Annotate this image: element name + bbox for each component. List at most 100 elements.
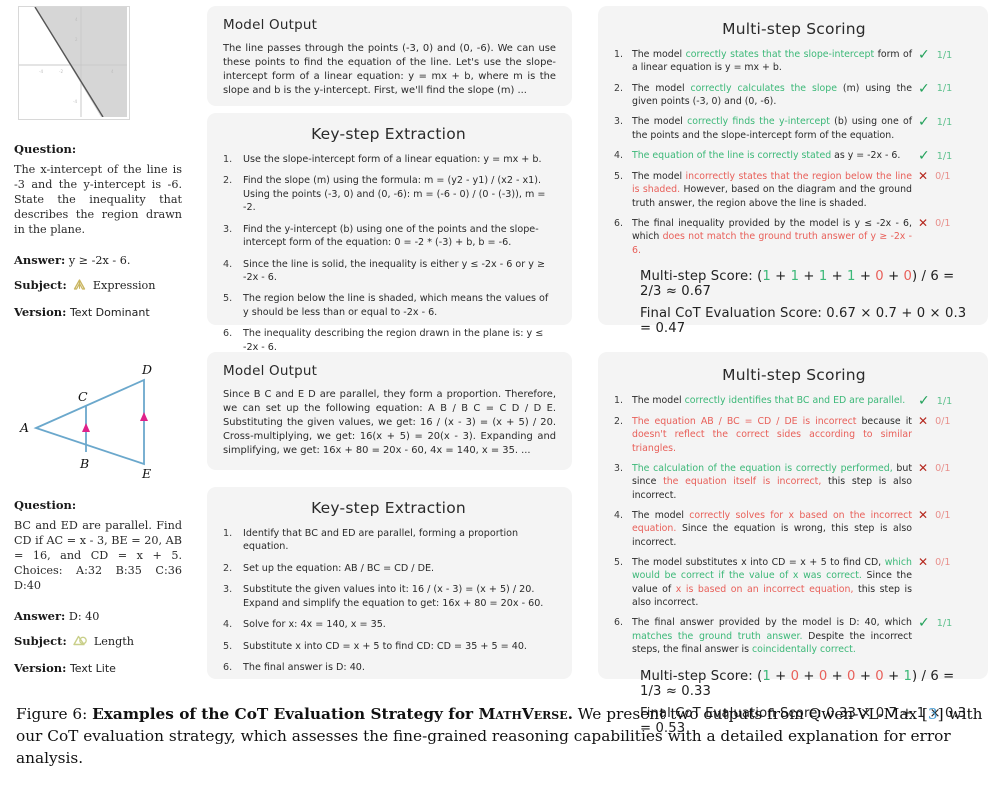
key-step-text: Identify that BC and ED are parallel, fo… — [243, 528, 519, 553]
multi-step-score-line: Multi-step Score: (1 + 1 + 1 + 1 + 0 + 0… — [640, 269, 974, 299]
answer-value: D: 40 — [68, 610, 100, 624]
scoring-mark-group: ✕ 0/1 — [912, 217, 974, 229]
score-term: 1 — [818, 269, 828, 285]
svg-text:-4: -4 — [39, 69, 43, 74]
key-step-extraction-title: Key-step Extraction — [311, 125, 466, 143]
key-step-number: 5. — [223, 293, 233, 305]
key-step-list-1: 1. Use the slope-intercept form of a lin… — [223, 153, 554, 354]
multi-step-scoring-panel-1: Multi-step Scoring 1. The model correctly… — [598, 6, 988, 336]
caption-citation[interactable]: 3 — [928, 705, 938, 723]
svg-text:-4: -4 — [73, 99, 77, 104]
subject-row: Subject: Expression — [14, 278, 182, 294]
model-output-panel-1: Model Output The line passes through the… — [207, 6, 572, 106]
score-term: 0 — [818, 668, 828, 684]
scoring-item-text: The model correctly calculates the slope… — [632, 82, 912, 109]
answer-row: Answer: D: 40 — [14, 609, 182, 623]
key-step-item: 2. Find the slope (m) using the formula:… — [223, 174, 554, 214]
scoring-text-span: x is based on an incorrect equation, — [675, 583, 859, 595]
scoring-item-score: 0/1 — [935, 170, 951, 182]
scoring-item-score: 0/1 — [935, 556, 951, 568]
version-value: Text Lite — [69, 662, 116, 676]
scoring-text-span: correctly calculates the slope — [690, 82, 843, 94]
check-icon: ✓ — [918, 148, 930, 165]
scoring-item: 3. The model correctly finds the y-interc… — [614, 115, 974, 142]
key-step-number: 4. — [223, 258, 233, 270]
check-icon: ✓ — [918, 47, 930, 63]
key-step-number: 2. — [223, 175, 233, 187]
scoring-item-text: The model correctly solves for x based o… — [632, 509, 912, 549]
multi-step-score-label: Multi-step Score: — [640, 668, 753, 684]
key-step-number: 4. — [223, 619, 233, 631]
score-term: 1 — [762, 269, 771, 285]
version-row: Version: Text Lite — [14, 661, 182, 675]
check-icon: ✓ — [918, 393, 930, 409]
scoring-item-text: The final answer provided by the model i… — [632, 616, 912, 656]
key-step-number: 6. — [223, 328, 233, 340]
svg-text:E: E — [141, 466, 151, 480]
key-step-item: 1. Use the slope-intercept form of a lin… — [223, 153, 554, 166]
key-step-text: Substitute the given values into it: 16 … — [243, 584, 544, 609]
question-text: The x-intercept of the line is -3 and th… — [14, 163, 182, 236]
caption-bold-title: Examples of the CoT Evaluation Strategy … — [92, 705, 479, 723]
cross-icon: ✕ — [918, 461, 929, 476]
subject-label: Subject: — [14, 278, 67, 293]
scoring-text-span: The model — [632, 116, 688, 128]
scoring-text-span: The equation of the line is correctly st… — [632, 150, 835, 162]
score-term: 1 — [762, 668, 771, 684]
cross-icon: ✕ — [918, 555, 929, 570]
scoring-item-text: The calculation of the equation is corre… — [632, 462, 912, 502]
cross-icon: ✕ — [918, 508, 929, 523]
scoring-item-text: The model correctly finds the y-intercep… — [632, 115, 912, 142]
scoring-mark-group: ✓ 1/1 — [912, 48, 974, 62]
check-icon: ✓ — [918, 80, 930, 97]
scoring-item-score: 0/1 — [935, 509, 951, 521]
scoring-item-number: 2. — [614, 416, 623, 427]
scoring-item: 4. The model correctly solves for x based… — [614, 509, 974, 549]
triangle-diagram-figure: A B C D E — [8, 360, 168, 481]
scoring-item-text: The final inequality provided by the mod… — [632, 217, 912, 257]
key-step-item: 1. Identify that BC and ED are parallel,… — [223, 527, 554, 554]
scoring-item-number: 5. — [614, 171, 623, 183]
scoring-mark-group: ✕ 0/1 — [912, 556, 974, 568]
scoring-mark-group: ✓ 1/1 — [912, 149, 974, 163]
scoring-text-span: correctly finds the y-intercept — [687, 116, 835, 128]
check-icon: ✓ — [918, 615, 930, 632]
scoring-mark-group: ✓ 1/1 — [912, 115, 974, 129]
key-step-text: Find the slope (m) using the formula: m … — [243, 175, 546, 214]
scoring-item-number: 6. — [614, 617, 623, 629]
key-step-extraction-panel-2: Key-step Extraction 1. Identify that BC … — [207, 487, 572, 679]
scoring-text-span: coincidentally correct. — [751, 644, 856, 656]
score-term: 1 — [903, 668, 913, 684]
scoring-text-span: The model — [632, 395, 685, 406]
key-step-item: 5. The region below the line is shaded, … — [223, 292, 554, 319]
scoring-mark-group: ✕ 0/1 — [912, 170, 974, 182]
key-step-item: 4. Since the line is solid, the inequali… — [223, 258, 554, 285]
key-step-number: 6. — [223, 661, 233, 673]
figure-root: 42 -4 -2 4 -4 Question: The x-intercept o… — [0, 0, 1000, 799]
key-step-list-2: 1. Identify that BC and ED are parallel,… — [223, 527, 554, 674]
subject-value: Expression — [92, 279, 156, 293]
scoring-item-score: 0/1 — [935, 217, 951, 229]
scoring-text-span: doesn't reflect the correct sides accord… — [632, 429, 912, 454]
cross-icon: ✕ — [918, 216, 929, 231]
scoring-mark-group: ✕ 0/1 — [912, 509, 974, 521]
subject-row: Subject: Length — [14, 634, 182, 650]
scoring-item-score: 1/1 — [936, 617, 953, 629]
scoring-item-score: 1/1 — [936, 49, 953, 61]
score-term: 0 — [875, 668, 884, 684]
score-term: 0 — [875, 269, 884, 285]
scoring-text-span: matches the ground truth answer. — [632, 630, 809, 642]
scoring-text-span: The model — [632, 510, 690, 522]
scoring-mark-group: ✕ 0/1 — [912, 415, 974, 427]
scoring-item: 2. The equation AB / BC = CD / DE is inco… — [614, 415, 974, 455]
check-icon: ✓ — [918, 114, 930, 131]
key-step-extraction-title: Key-step Extraction — [311, 499, 466, 517]
scoring-text-span: The model substitutes x into CD = x + 5 … — [632, 557, 885, 569]
scoring-text-span: The model — [632, 49, 686, 60]
figure-caption: Figure 6: Examples of the CoT Evaluation… — [16, 703, 984, 770]
key-step-item: 6. The final answer is D: 40. — [223, 661, 554, 674]
multi-step-scoring-title: Multi-step Scoring — [722, 20, 866, 38]
scoring-item-text: The model substitutes x into CD = x + 5 … — [632, 556, 912, 609]
answer-label: Answer: — [14, 253, 66, 268]
key-step-extraction-panel-1: Key-step Extraction 1. Use the slope-int… — [207, 113, 572, 353]
